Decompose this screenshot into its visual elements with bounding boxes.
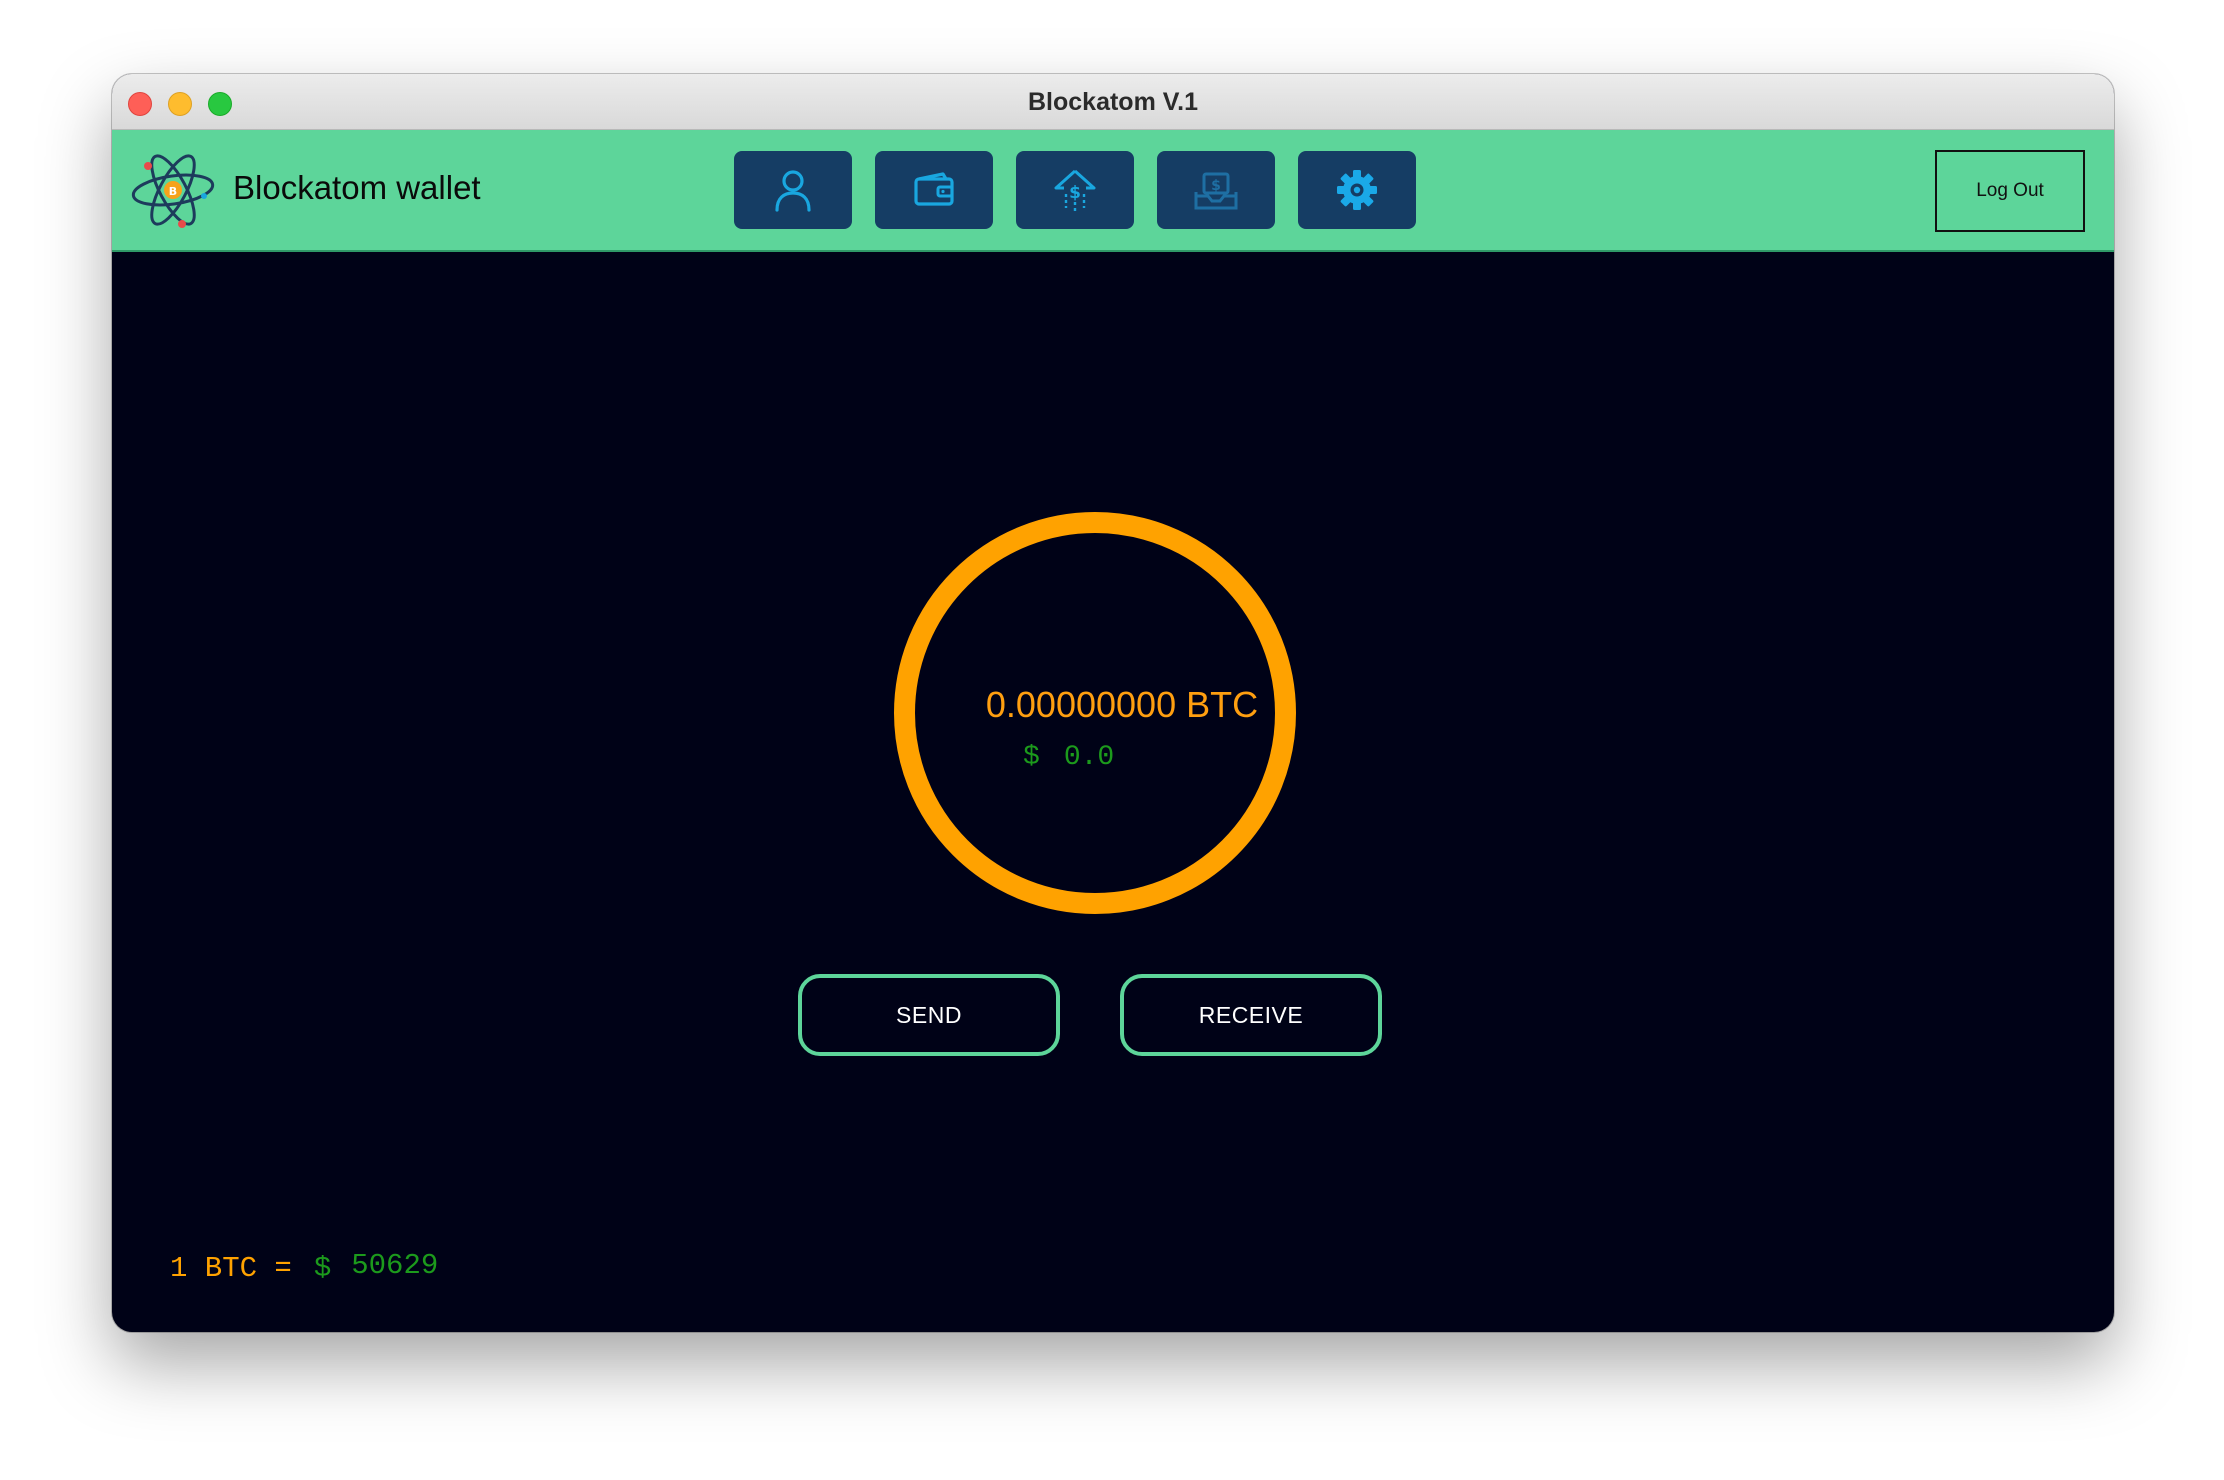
svg-text:B: B bbox=[169, 185, 177, 198]
nav-receive-money-button[interactable]: $ bbox=[1157, 151, 1275, 229]
receive-money-icon: $ bbox=[1194, 172, 1238, 210]
nav-settings-button[interactable] bbox=[1298, 151, 1416, 229]
usd-balance-value: 0.0 bbox=[1063, 742, 1115, 773]
window-title: Blockatom V.1 bbox=[1028, 88, 1198, 116]
rate-label: 1 BTC = bbox=[170, 1252, 292, 1285]
rate-currency-symbol: $ bbox=[313, 1252, 332, 1285]
send-money-icon: $ bbox=[1054, 169, 1096, 211]
svg-text:$: $ bbox=[1069, 183, 1081, 203]
svg-text:$: $ bbox=[1211, 178, 1221, 194]
brand-name: Blockatom wallet bbox=[233, 169, 481, 206]
logout-button[interactable]: Log Out bbox=[1935, 150, 2085, 232]
usd-symbol: $ bbox=[1023, 742, 1040, 773]
app-header: B Blockatom wallet $ $ Log Out bbox=[112, 130, 2114, 252]
user-icon bbox=[775, 170, 811, 212]
app-window: Blockatom V.1 B Blockatom wallet $ $ Log… bbox=[112, 74, 2114, 1332]
send-button[interactable]: SEND bbox=[798, 974, 1060, 1056]
btc-exchange-rate: 1 BTC = $50629 bbox=[170, 1249, 439, 1285]
usd-balance: $0.0 bbox=[1023, 742, 1114, 773]
nav-wallet-button[interactable] bbox=[875, 151, 993, 229]
atom-logo-icon: B bbox=[131, 154, 215, 228]
btc-balance: 0.00000000 BTC bbox=[985, 684, 1259, 725]
receive-button[interactable]: RECEIVE bbox=[1120, 974, 1382, 1056]
wallet-icon bbox=[914, 172, 954, 206]
nav-account-button[interactable] bbox=[734, 151, 852, 229]
rate-value: 50629 bbox=[351, 1249, 439, 1282]
nav-send-money-button[interactable]: $ bbox=[1016, 151, 1134, 229]
title-bar: Blockatom V.1 bbox=[112, 74, 2114, 130]
gear-icon bbox=[1337, 170, 1377, 210]
